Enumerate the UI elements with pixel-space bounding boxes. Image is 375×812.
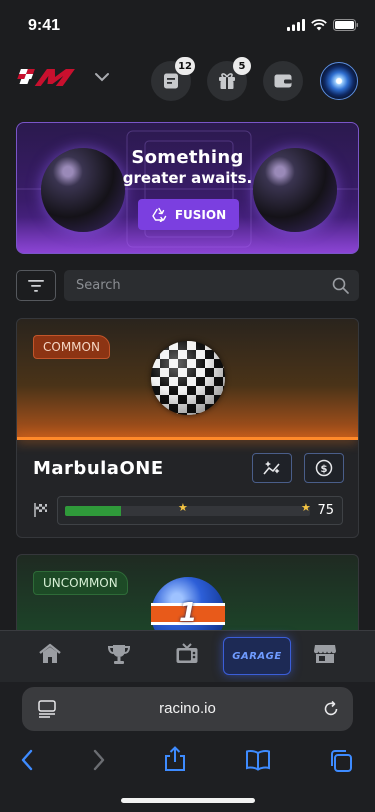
sell-button[interactable]: $ — [304, 453, 344, 483]
checkered-flag-icon — [34, 503, 47, 517]
xp-fill — [65, 506, 122, 516]
bottom-navigation: GARAGE — [0, 630, 375, 682]
filter-icon — [28, 279, 44, 292]
browser-chrome: racino.io — [0, 682, 375, 812]
gift-icon — [219, 73, 235, 89]
chevron-down-icon[interactable] — [94, 72, 110, 82]
home-indicator — [121, 798, 255, 803]
marble-name: MarbulaONE — [33, 458, 164, 479]
filter-button[interactable] — [16, 270, 56, 301]
star-icon: ★ — [301, 501, 311, 514]
trophy-icon[interactable] — [107, 643, 131, 665]
notes-badge: 12 — [175, 57, 195, 75]
search-input[interactable] — [76, 270, 316, 301]
xp-progress: ★ ★ 75 — [57, 496, 343, 525]
xp-value: 75 — [317, 503, 334, 518]
status-time: 9:41 — [28, 17, 61, 34]
recycle-icon — [152, 207, 167, 222]
nav-garage-tab[interactable]: GARAGE — [223, 637, 291, 675]
share-icon[interactable] — [163, 746, 187, 772]
app-header: 12 5 — [0, 54, 375, 106]
home-icon[interactable] — [38, 643, 62, 665]
reload-icon[interactable] — [321, 699, 341, 719]
search-box[interactable] — [64, 270, 359, 301]
gifts-button[interactable]: 5 — [207, 57, 251, 101]
battery-icon — [333, 19, 358, 31]
fusion-banner[interactable]: Something greater awaits. FUSION — [16, 122, 359, 254]
sparkle-hand-icon — [263, 461, 280, 475]
url-bar[interactable]: racino.io — [22, 687, 353, 731]
svg-text:$: $ — [321, 464, 328, 475]
banner-subtitle: greater awaits. — [122, 169, 253, 187]
star-icon: ★ — [178, 501, 188, 514]
notes-button[interactable]: 12 — [151, 57, 195, 101]
racino-logo[interactable] — [16, 66, 88, 90]
rarity-badge: COMMON — [33, 335, 110, 359]
wallet-button[interactable] — [263, 61, 303, 101]
marble-card[interactable]: COMMON MarbulaONE $ ★ ★ 75 — [16, 318, 359, 538]
status-bar: 9:41 — [0, 0, 375, 50]
banner-title: Something — [131, 147, 244, 168]
tv-icon[interactable] — [175, 643, 199, 665]
wifi-icon — [311, 19, 327, 31]
status-icons — [287, 19, 359, 31]
checkered-marble-image — [151, 341, 225, 415]
bookmarks-icon[interactable] — [245, 749, 271, 771]
fusion-button[interactable]: FUSION — [138, 199, 239, 230]
rarity-badge: UNCOMMON — [33, 571, 128, 595]
upgrade-button[interactable] — [252, 453, 292, 483]
url-text: racino.io — [159, 700, 216, 717]
search-icon[interactable] — [332, 277, 349, 294]
cellular-signal-icon — [287, 19, 305, 31]
marble-number: 1 — [178, 598, 198, 628]
marble-card-header: COMMON — [17, 319, 358, 440]
tabs-icon[interactable] — [328, 749, 354, 773]
note-list-icon — [164, 73, 178, 89]
store-icon[interactable] — [313, 643, 337, 665]
dollar-coin-icon: $ — [315, 459, 333, 477]
wallet-icon — [274, 74, 292, 88]
back-icon[interactable] — [20, 749, 34, 771]
forward-icon[interactable] — [92, 749, 106, 771]
avatar[interactable] — [320, 62, 358, 100]
fusion-button-label: FUSION — [174, 207, 227, 222]
gifts-badge: 5 — [233, 57, 251, 75]
